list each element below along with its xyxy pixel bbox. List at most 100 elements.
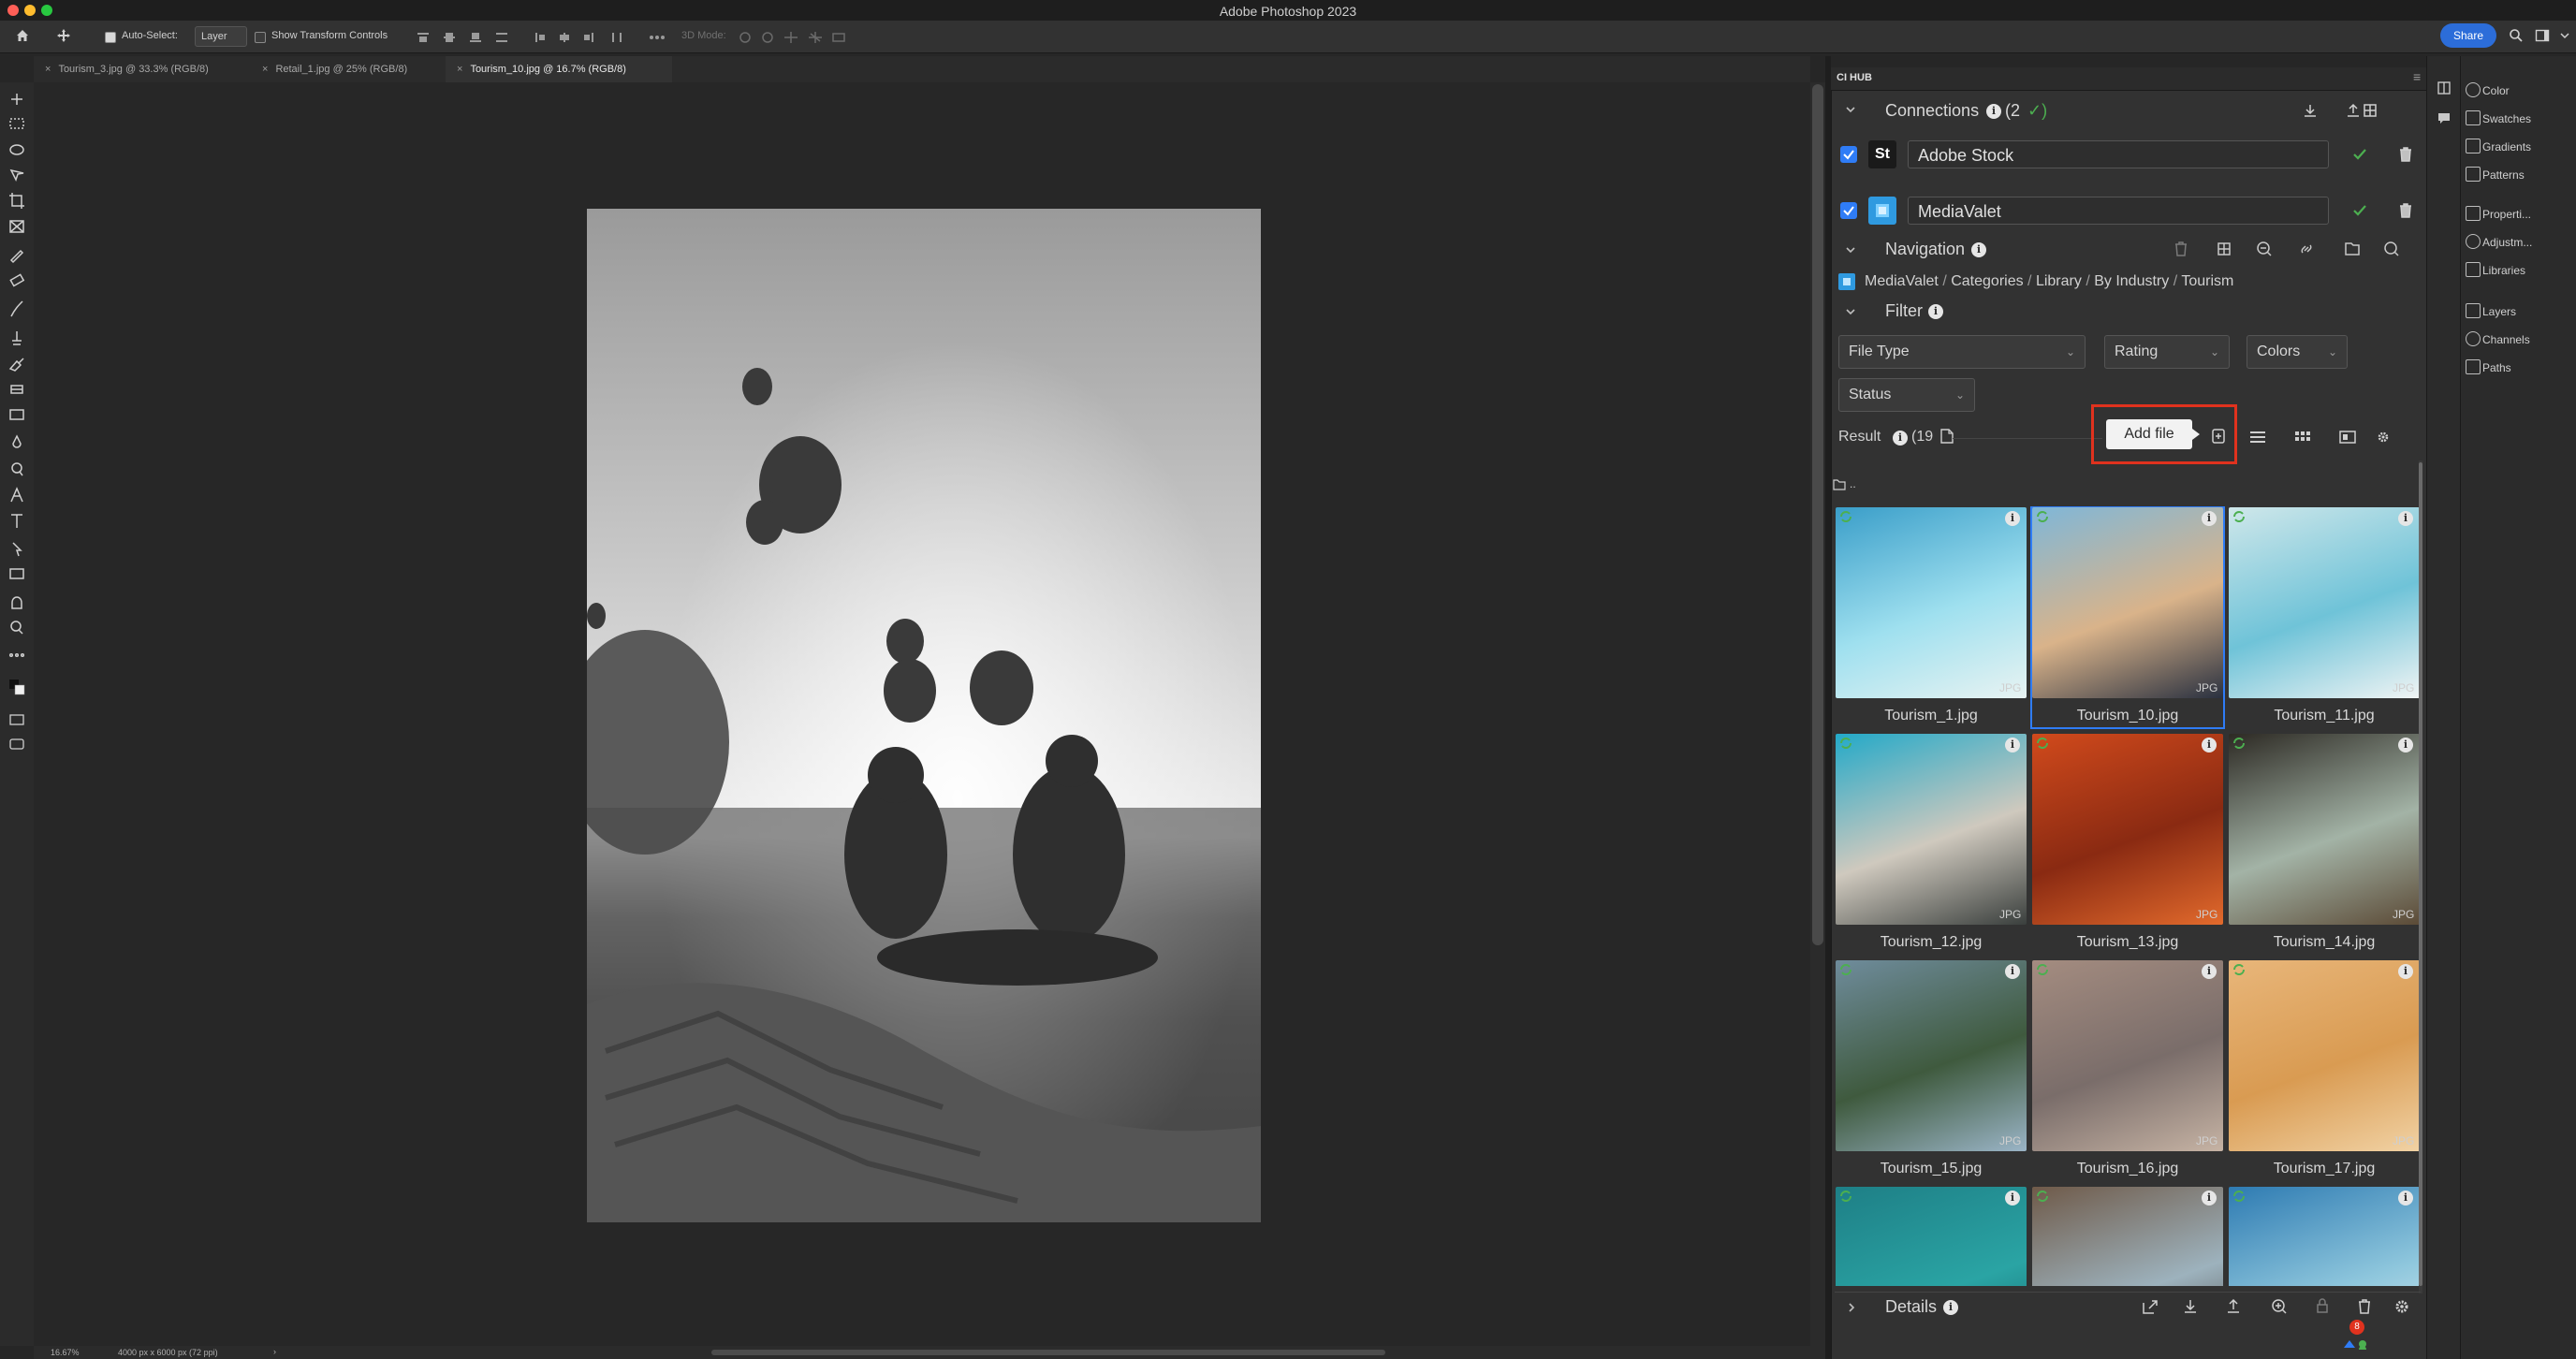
asset-card[interactable]: i JPG Tourism_15.jpg	[1835, 960, 2027, 1181]
ci-hub-tab-title[interactable]: CI HUB	[1837, 72, 1872, 83]
move-tool-icon[interactable]	[56, 28, 71, 43]
document-image[interactable]	[587, 209, 1261, 1222]
info-icon[interactable]: i	[2202, 738, 2217, 753]
asset-card[interactable]: i JPG Tourism_12.jpg	[1835, 734, 2027, 955]
asset-thumbnail[interactable]	[2032, 734, 2223, 925]
info-icon[interactable]: i	[1928, 304, 1943, 319]
asset-card[interactable]: i JPG Tourism_16.jpg	[2031, 960, 2224, 1181]
asset-thumbnail[interactable]	[2032, 507, 2223, 698]
auto-select-dropdown[interactable]: Layer	[195, 26, 247, 47]
chevron-down-icon[interactable]	[1844, 103, 1857, 116]
asset-card[interactable]: i JPG Tourism_17.jpg	[2228, 960, 2419, 1181]
breadcrumb-item[interactable]: Categories	[1951, 273, 2023, 289]
mediavalet-connection[interactable]: MediaValet	[1908, 197, 2329, 225]
info-icon[interactable]: i	[1986, 104, 2001, 119]
info-icon[interactable]: i	[2202, 511, 2217, 526]
3d-mode-icons[interactable]	[739, 32, 857, 43]
asset-card[interactable]: i JPG Tourism_10.jpg	[2030, 506, 2225, 729]
parent-folder-link[interactable]: ..	[1850, 477, 1856, 490]
home-icon[interactable]	[15, 28, 30, 43]
panel-gradients[interactable]: Gradients	[2482, 140, 2531, 153]
info-icon[interactable]: i	[1893, 431, 1908, 446]
trash-icon[interactable]	[2398, 202, 2413, 219]
asset-thumbnail[interactable]	[1836, 1187, 2027, 1286]
adobe-stock-connection[interactable]: Adobe Stock	[1908, 140, 2329, 168]
zoom-readout[interactable]: 16.67%	[51, 1348, 80, 1357]
breadcrumb-item[interactable]: MediaValet	[1865, 273, 1939, 289]
asset-card[interactable]: i	[2228, 1187, 2419, 1286]
align-distribute-icons[interactable]	[417, 33, 689, 42]
info-icon[interactable]: i	[2202, 1191, 2217, 1206]
chevron-right-icon[interactable]	[1846, 1301, 1857, 1314]
asset-card[interactable]: i	[2031, 1187, 2224, 1286]
asset-thumbnail[interactable]	[2229, 734, 2419, 925]
breadcrumb-item[interactable]: Library	[2036, 273, 2082, 289]
chevron-down-icon[interactable]	[2557, 28, 2572, 43]
panel-libraries[interactable]: Libraries	[2482, 264, 2525, 277]
info-icon[interactable]: i	[2398, 738, 2413, 753]
panel-paths[interactable]: Paths	[2482, 361, 2511, 374]
workspace-icon[interactable]	[2535, 28, 2550, 43]
info-icon[interactable]: i	[2005, 1191, 2020, 1206]
panel-patterns[interactable]: Patterns	[2482, 168, 2525, 182]
chevron-down-icon[interactable]	[1844, 305, 1857, 318]
panel-channels[interactable]: Channels	[2482, 333, 2530, 346]
info-icon[interactable]: i	[1943, 1300, 1958, 1315]
asset-card[interactable]: i JPG Tourism_1.jpg	[1835, 507, 2027, 728]
info-icon[interactable]: i	[2005, 511, 2020, 526]
asset-thumbnail[interactable]	[2229, 1187, 2419, 1286]
search-icon[interactable]	[2509, 28, 2524, 43]
info-icon[interactable]: i	[2398, 511, 2413, 526]
view-mode-icons[interactable]	[2250, 429, 2391, 446]
colors-filter[interactable]: Colors ⌄	[2247, 335, 2348, 369]
asset-card[interactable]: i JPG Tourism_11.jpg	[2228, 507, 2419, 728]
tool-icons[interactable]	[7, 90, 26, 764]
asset-thumbnail[interactable]	[2032, 1187, 2223, 1286]
share-button[interactable]: Share	[2440, 23, 2496, 48]
adobe-stock-checkbox[interactable]	[1840, 146, 1857, 163]
asset-thumbnail[interactable]	[1836, 507, 2027, 698]
panel-adjustments[interactable]: Adjustm...	[2482, 236, 2532, 249]
add-file-icon[interactable]	[2209, 427, 2228, 446]
close-tab-icon[interactable]: ×	[45, 64, 51, 75]
tab-tourism-10[interactable]: × Tourism_10.jpg @ 16.7% (RGB/8)	[446, 56, 672, 82]
asset-thumbnail[interactable]	[2229, 960, 2419, 1151]
asset-card[interactable]: i JPG Tourism_13.jpg	[2031, 734, 2224, 955]
info-icon[interactable]: i	[2202, 964, 2217, 979]
panel-layers[interactable]: Layers	[2482, 305, 2516, 318]
details-action-icons[interactable]	[2142, 1297, 2411, 1316]
info-icon[interactable]: i	[2005, 738, 2020, 753]
rating-filter[interactable]: Rating ⌄	[2104, 335, 2230, 369]
vertical-scrollbar-thumb[interactable]	[1812, 84, 1823, 945]
info-icon[interactable]: i	[2398, 964, 2413, 979]
horizontal-scrollbar-thumb[interactable]	[711, 1350, 1385, 1355]
asset-thumbnail[interactable]	[1836, 734, 2027, 925]
panel-swatches[interactable]: Swatches	[2482, 112, 2531, 125]
close-tab-icon[interactable]: ×	[457, 64, 462, 75]
asset-thumbnail[interactable]	[2229, 507, 2419, 698]
show-transform-checkbox[interactable]	[255, 32, 266, 43]
asset-thumbnail[interactable]	[2032, 960, 2223, 1151]
connection-action-icons[interactable]	[2303, 103, 2378, 118]
breadcrumb-item[interactable]: Tourism	[2181, 273, 2233, 289]
comment-icon[interactable]	[2437, 110, 2452, 125]
panel-menu-icon[interactable]: ≡	[2413, 69, 2421, 84]
asset-thumbnail[interactable]	[1836, 960, 2027, 1151]
asset-card[interactable]: i JPG Tourism_14.jpg	[2228, 734, 2419, 955]
breadcrumb-item[interactable]: By Industry	[2094, 273, 2169, 289]
auto-select-checkbox[interactable]	[105, 32, 116, 43]
file-type-filter[interactable]: File Type ⌄	[1838, 335, 2086, 369]
status-menu-arrow[interactable]: ›	[273, 1347, 276, 1356]
info-icon[interactable]: i	[2005, 964, 2020, 979]
trash-icon[interactable]	[2398, 146, 2413, 163]
panel-color[interactable]: Color	[2482, 84, 2510, 97]
close-tab-icon[interactable]: ×	[262, 64, 268, 75]
tab-retail-1[interactable]: × Retail_1.jpg @ 25% (RGB/8)	[251, 56, 455, 82]
chevron-down-icon[interactable]	[1844, 243, 1857, 256]
navigation-action-icons[interactable]	[2174, 240, 2404, 258]
mediavalet-checkbox[interactable]	[1840, 202, 1857, 219]
panel-properties[interactable]: Properti...	[2482, 208, 2531, 221]
status-filter[interactable]: Status ⌄	[1838, 378, 1975, 412]
history-icon[interactable]	[2437, 80, 2452, 95]
results-scrollbar-thumb[interactable]	[2419, 462, 2422, 1286]
